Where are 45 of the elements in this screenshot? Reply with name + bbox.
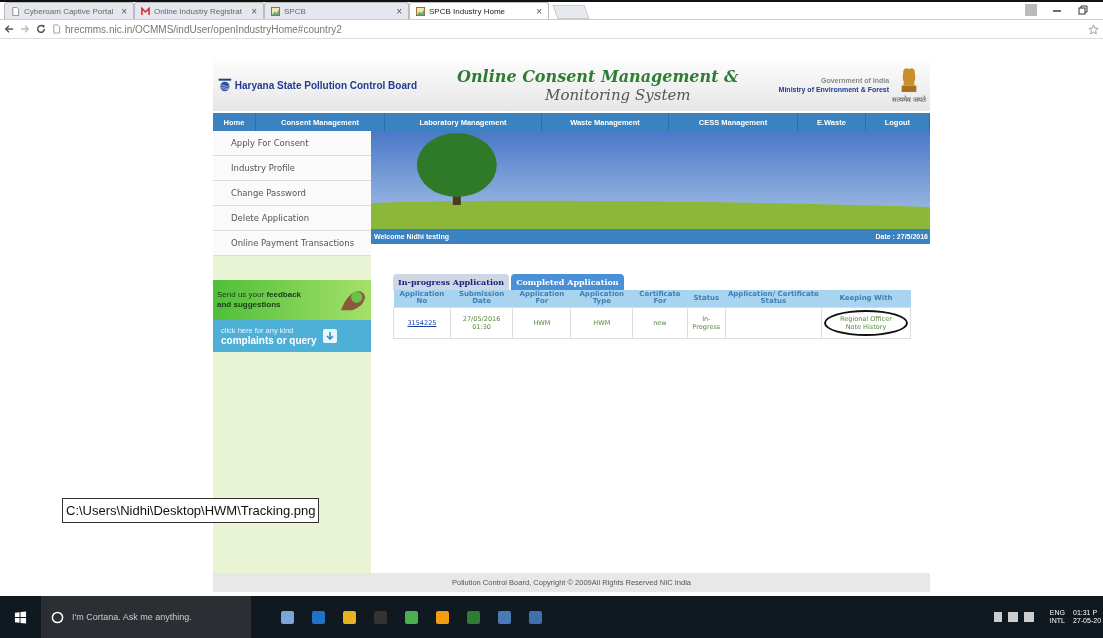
close-icon[interactable]: × [536,5,542,17]
site-subtitle: Monitoring System [544,85,691,104]
close-icon[interactable]: × [396,5,402,17]
file-path-tooltip: C:\Users\Nidhi\Desktop\HWM\Tracking.png [62,498,320,523]
taskbar-app-icon[interactable] [281,610,294,624]
taskbar-app-icon[interactable] [405,610,418,624]
tab-label: Online Industry Registrat [154,6,244,16]
taskbar-app-icon[interactable] [436,610,449,624]
browser-tab[interactable]: SPCB × [264,2,409,19]
taskbar-app-icon[interactable] [498,610,511,624]
close-icon[interactable]: × [121,5,127,17]
address-field[interactable]: hrecmms.nic.in/OCMMS/indUser/openIndustryHome#country2 [52,21,1082,37]
page-icon [52,24,61,34]
mail-icon [141,6,150,16]
restore-icon[interactable] [1077,4,1089,16]
sidebar-link[interactable]: Change Password [213,181,371,206]
sidebar-link[interactable]: Apply For Consent [213,131,371,156]
tab-label: SPCB Industry Home [429,6,507,16]
browser-tab[interactable]: Online Industry Registrat × [134,2,264,19]
sidebar-link[interactable]: Delete Application [213,206,371,231]
sidebar-link[interactable]: Industry Profile [213,156,371,181]
sidebar-link[interactable]: Online Payment Transactions [213,231,371,256]
close-icon[interactable]: × [251,5,257,17]
page-icon [11,6,20,16]
taskbar-app-icon[interactable] [343,610,356,624]
tab-label: SPCB [284,6,307,16]
browser-tab[interactable]: SPCB Industry Home × [409,2,549,19]
start-icon[interactable] [14,610,27,624]
arrow-icon [322,329,337,343]
reload-icon[interactable] [36,24,46,34]
site-title: Online Consent Management & [456,66,740,86]
circle-icon [51,610,64,624]
complaints-text: complaints or query [221,335,317,346]
image-icon [416,6,425,16]
image-icon [271,6,280,16]
board-name: Haryana State Pollution Control Board [234,79,417,91]
tab-label: Cyberoam Captive Portal [24,6,115,16]
search-field[interactable]: I'm Cortana. Ask me anything. [41,596,251,638]
back-icon[interactable] [4,24,14,34]
browser-tab[interactable]: Cyberoam Captive Portal × [4,2,134,19]
application-tab[interactable]: Completed Application [511,274,624,290]
feedback-text: Send us your feedback and suggestions [217,290,302,310]
feedback-banner[interactable]: Send us your feedback and suggestions [213,280,371,320]
bookmark-star-icon[interactable] [1088,23,1099,35]
application-tab[interactable]: In-progress Application [393,274,510,290]
